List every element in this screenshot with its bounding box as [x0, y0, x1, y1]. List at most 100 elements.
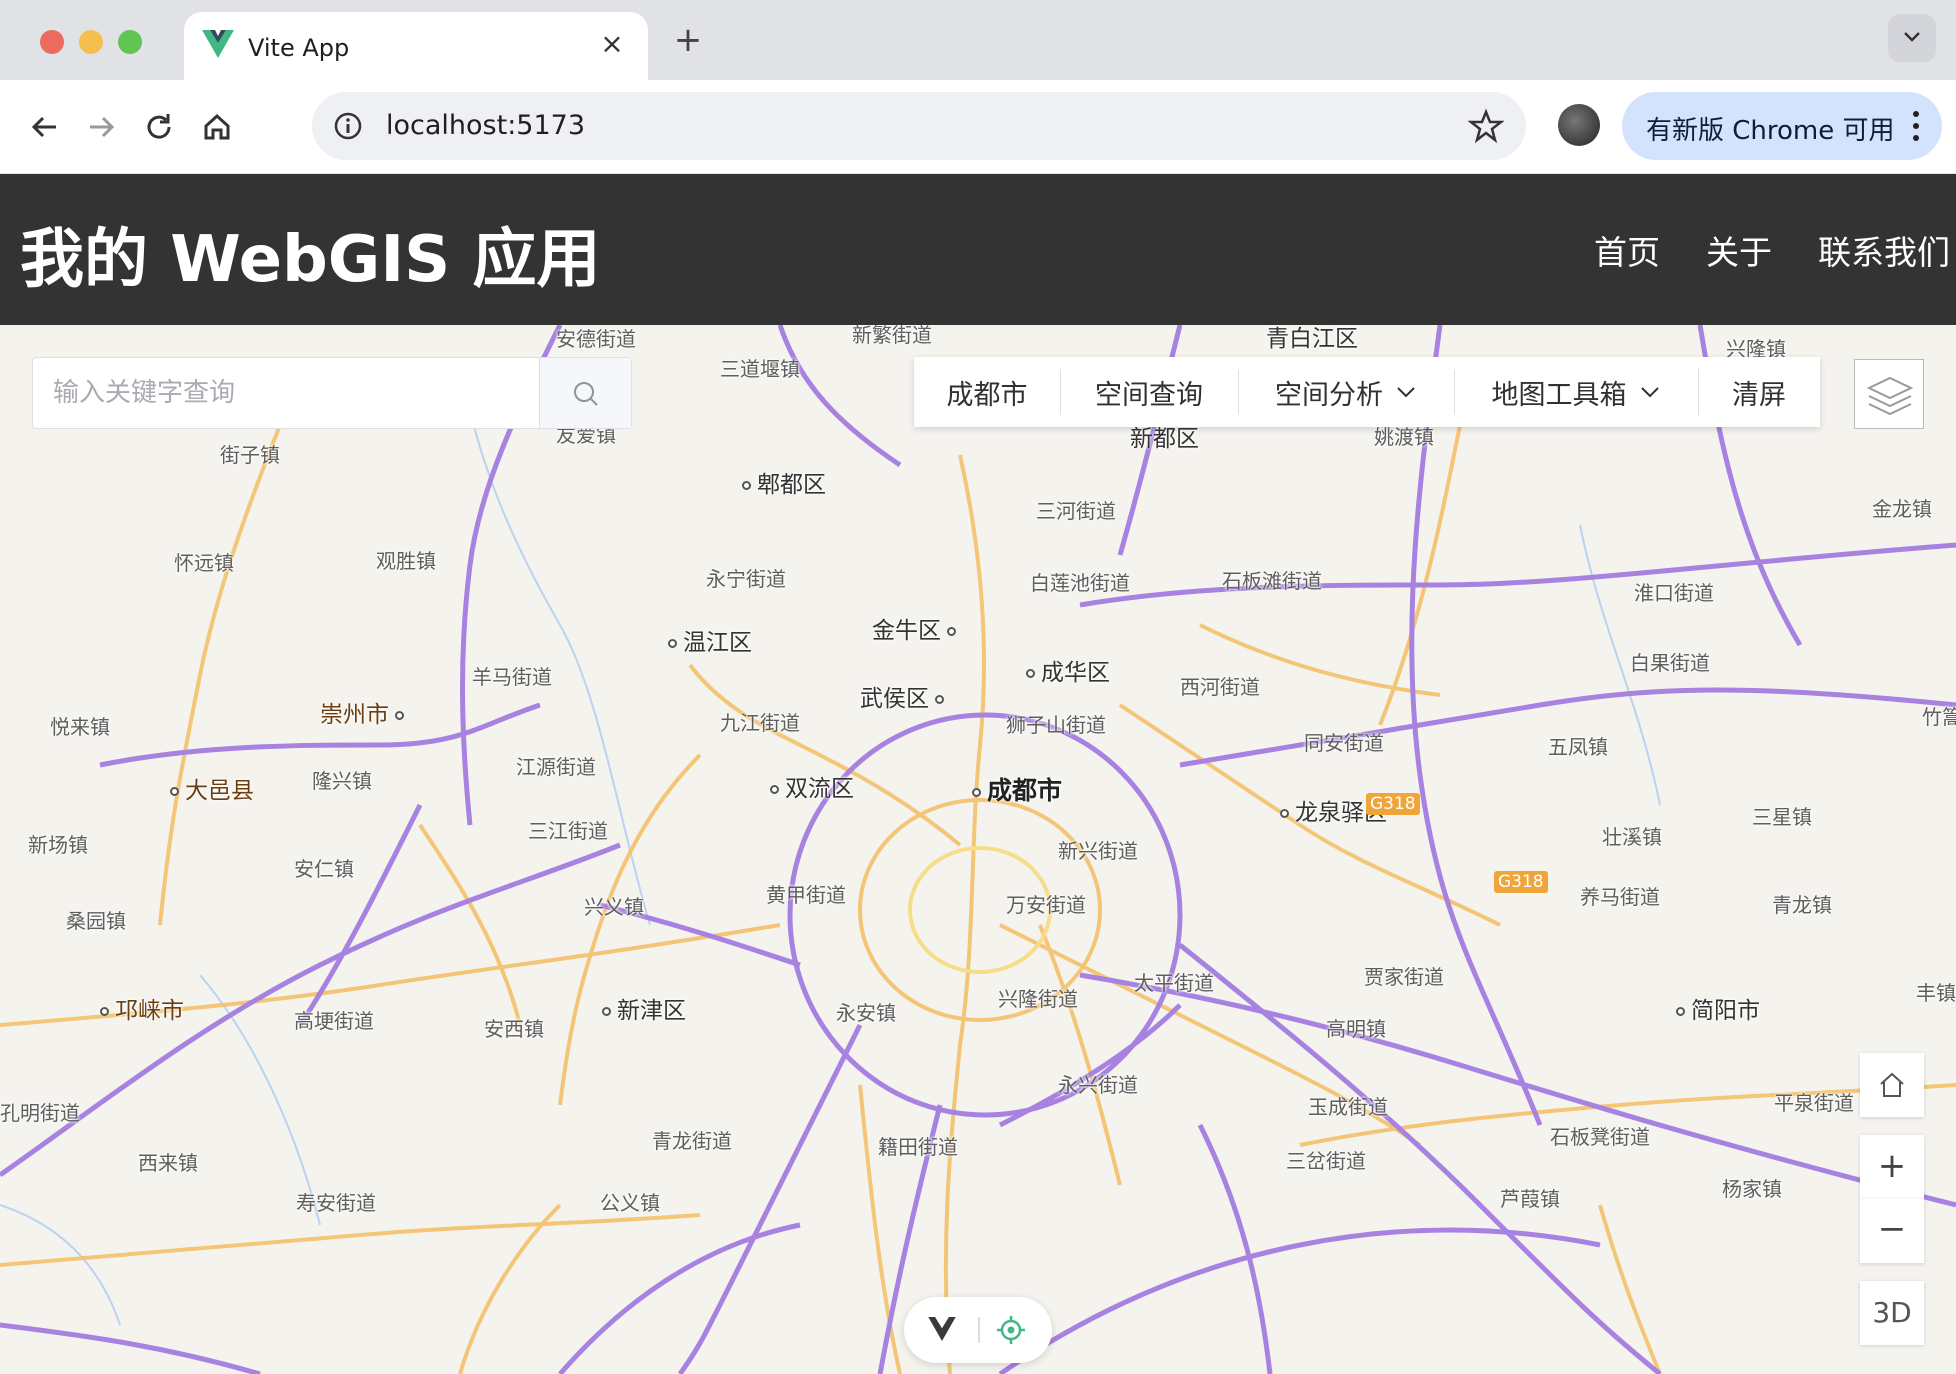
menu-item-label: 成都市	[946, 379, 1028, 411]
map-label: 贾家街道	[1364, 965, 1444, 989]
map-label: 三星镇	[1752, 805, 1812, 829]
chrome-update-button[interactable]: 有新版 Chrome 可用	[1622, 92, 1942, 160]
menu-item-clear[interactable]: 清屏	[1698, 357, 1820, 427]
map-label: 青白江区	[1266, 326, 1358, 352]
close-tab-icon[interactable]: ×	[594, 26, 630, 62]
map-label: 兴隆街道	[998, 987, 1078, 1011]
divider	[978, 1317, 980, 1343]
menu-item-map-toolbox[interactable]: 地图工具箱	[1454, 357, 1698, 427]
map-label: 公义镇	[600, 1191, 660, 1215]
map-label: 太平街道	[1134, 971, 1214, 995]
more-vert-icon	[1913, 111, 1919, 141]
map-base-layer	[0, 325, 1956, 1374]
map-label: 玉成街道	[1308, 1095, 1388, 1119]
site-info-icon[interactable]	[332, 110, 364, 142]
back-icon[interactable]	[24, 106, 66, 148]
map-label: 西来镇	[138, 1151, 198, 1175]
close-window-button[interactable]	[40, 30, 64, 54]
search-button[interactable]	[539, 358, 631, 428]
nav-home[interactable]: 首页	[1594, 226, 1660, 274]
maximize-window-button[interactable]	[118, 30, 142, 54]
menu-item-label: 清屏	[1732, 379, 1786, 411]
map-label: 万安街道	[1006, 893, 1086, 917]
browser-tab[interactable]: Vite App ×	[184, 12, 648, 80]
vue-devtools-pill[interactable]	[904, 1297, 1052, 1363]
vue-logo-icon	[202, 30, 234, 58]
map-label: 淮口街道	[1634, 581, 1714, 605]
map-label: 黄甲街道	[766, 883, 846, 907]
locate-target-icon[interactable]	[996, 1315, 1026, 1345]
map-label: 芦葭镇	[1500, 1187, 1560, 1211]
map-label: 成华区	[1020, 653, 1110, 687]
map-label: 大邑县	[164, 771, 254, 805]
nav-contact[interactable]: 联系我们	[1818, 226, 1950, 274]
map-label: 九江街道	[720, 711, 800, 735]
map-label: 白果街道	[1630, 651, 1710, 675]
new-tab-button[interactable]: +	[668, 20, 708, 60]
map-label: 高明镇	[1326, 1017, 1386, 1041]
map-label: 羊马街道	[472, 665, 552, 689]
app-header: 我的 WebGIS 应用 首页 关于 联系我们	[0, 174, 1956, 325]
map-label: 温江区	[662, 623, 752, 657]
map-label: 观胜镇	[376, 549, 436, 573]
zoom-out-button[interactable]: −	[1860, 1199, 1924, 1263]
layers-icon	[1866, 376, 1914, 416]
vue-logo-icon	[928, 1317, 956, 1341]
nav-about[interactable]: 关于	[1706, 226, 1772, 274]
browser-tab-bar: Vite App × +	[0, 0, 1956, 80]
address-bar[interactable]: localhost:5173	[312, 92, 1526, 160]
home-browser-icon[interactable]	[196, 106, 238, 148]
map-toolbar-menu: 成都市 空间查询 空间分析 地图工具箱 清屏	[914, 357, 1820, 427]
menu-item-label: 空间分析	[1275, 379, 1383, 411]
map-label: 三道堰镇	[720, 357, 800, 381]
app-nav: 首页 关于 联系我们	[1548, 226, 1950, 274]
map-label: 养马街道	[1580, 885, 1660, 909]
url-text[interactable]: localhost:5173	[386, 110, 585, 141]
map-label: 崇州市	[320, 695, 410, 729]
tab-search-button[interactable]	[1888, 14, 1936, 62]
map-label: 丰镇	[1916, 981, 1956, 1005]
map-view[interactable]: 安德街道 新繁街道 青白江区 三道堰镇 兴隆镇 友爱镇 新都区 姚渡镇 街子镇 …	[0, 325, 1956, 1374]
map-home-button[interactable]	[1860, 1053, 1924, 1117]
bookmark-star-icon[interactable]	[1468, 108, 1504, 144]
menu-item-label: 空间查询	[1095, 379, 1203, 411]
map-label: 郫都区	[736, 465, 826, 499]
menu-item-spatial-query[interactable]: 空间查询	[1060, 357, 1238, 427]
forward-icon[interactable]	[80, 106, 122, 148]
map-label: 新津区	[596, 991, 686, 1025]
minimize-window-button[interactable]	[79, 30, 103, 54]
view-3d-button[interactable]: 3D	[1860, 1281, 1924, 1345]
map-label: 金龙镇	[1872, 497, 1932, 521]
highway-shield: G318	[1366, 793, 1420, 815]
map-label: 杨家镇	[1722, 1177, 1782, 1201]
map-label: 永安镇	[836, 1001, 896, 1025]
layer-switcher-button[interactable]	[1854, 359, 1924, 429]
map-label: 双流区	[764, 769, 854, 803]
tab-title: Vite App	[248, 34, 350, 62]
update-label: 有新版 Chrome 可用	[1646, 116, 1895, 146]
map-label: 永兴街道	[1058, 1073, 1138, 1097]
chevron-down-icon	[1904, 32, 1920, 42]
browser-toolbar: localhost:5173 有新版 Chrome 可用	[0, 80, 1956, 174]
map-label: 新场镇	[28, 833, 88, 857]
zoom-in-button[interactable]: +	[1860, 1135, 1924, 1199]
map-label: 青龙镇	[1772, 893, 1832, 917]
map-label: 西河街道	[1180, 675, 1260, 699]
menu-item-spatial-analysis[interactable]: 空间分析	[1238, 357, 1454, 427]
map-label: 新繁街道	[852, 325, 932, 347]
map-label: 金牛区	[872, 611, 962, 645]
map-label: 悦来镇	[50, 715, 110, 739]
search-input[interactable]	[33, 358, 539, 428]
window-controls	[40, 30, 142, 54]
chevron-down-icon	[1640, 387, 1659, 398]
chevron-down-icon	[1397, 387, 1415, 398]
map-label: 寿安街道	[296, 1191, 376, 1215]
map-label: 籍田街道	[878, 1135, 958, 1159]
reload-icon[interactable]	[138, 106, 180, 148]
app-title: 我的 WebGIS 应用	[20, 223, 601, 297]
profile-avatar[interactable]	[1558, 104, 1600, 146]
menu-item-chengdu[interactable]: 成都市	[914, 357, 1060, 427]
map-label: 邛崃市	[94, 991, 184, 1025]
map-label: 石板滩街道	[1222, 569, 1322, 593]
map-label: 街子镇	[220, 443, 280, 467]
